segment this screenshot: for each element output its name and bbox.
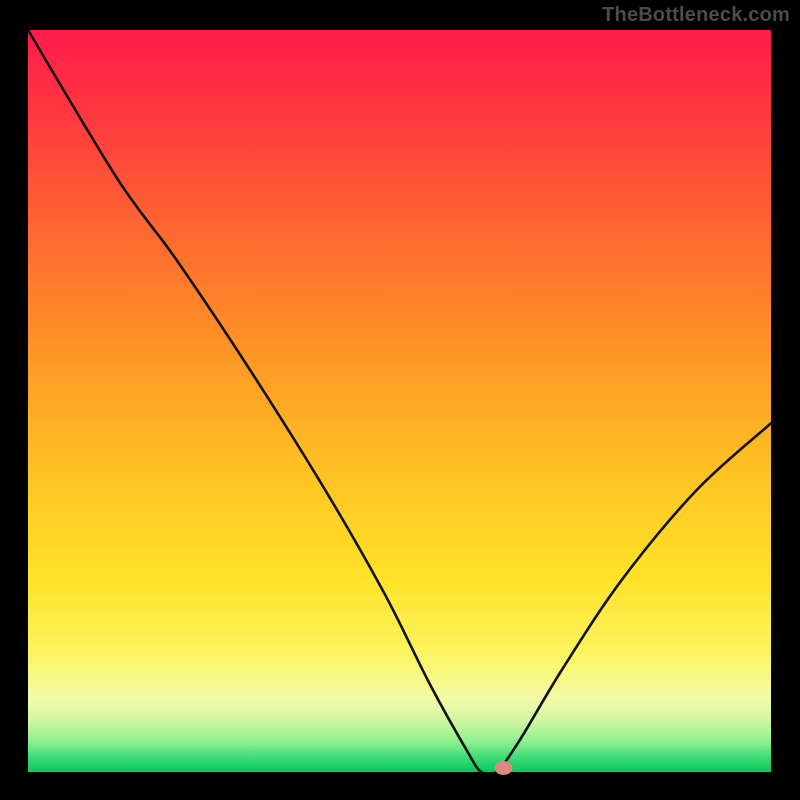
watermark-label: TheBottleneck.com	[602, 4, 790, 27]
plot-background	[28, 30, 771, 772]
bottleneck-chart	[0, 0, 800, 800]
chart-container: TheBottleneck.com	[0, 0, 800, 800]
optimal-marker	[495, 761, 513, 775]
